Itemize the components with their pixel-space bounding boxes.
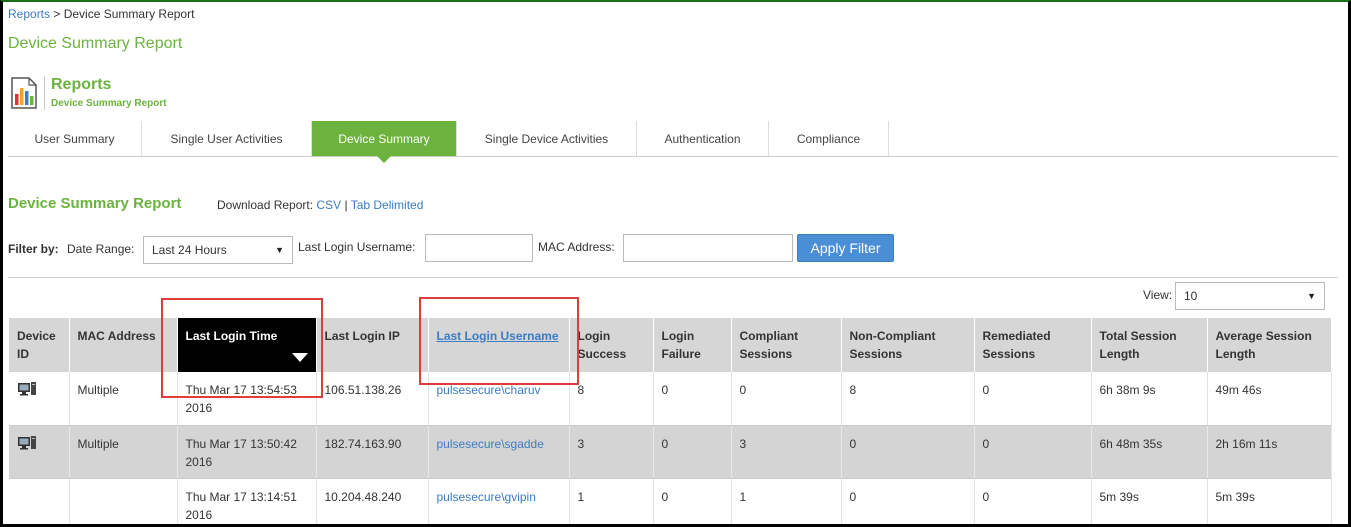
tab-user-summary[interactable]: User Summary bbox=[8, 121, 142, 156]
remediated-cell: 0 bbox=[974, 478, 1092, 527]
login-failure-cell: 0 bbox=[653, 425, 732, 479]
reports-header-title: Reports bbox=[51, 76, 112, 93]
login-time-cell: Thu Mar 17 13:54:53 2016 bbox=[177, 372, 317, 426]
login-success-cell: 1 bbox=[569, 478, 654, 527]
column-header-device-id[interactable]: Device ID bbox=[9, 318, 70, 372]
report-tabs: User Summary Single User Activities Devi… bbox=[8, 121, 1338, 163]
download-label: Download Report: bbox=[217, 198, 314, 212]
tab-device-summary[interactable]: Device Summary bbox=[312, 121, 457, 163]
breadcrumb-reports-link[interactable]: Reports bbox=[8, 7, 50, 21]
tab-compliance[interactable]: Compliance bbox=[769, 121, 889, 156]
average-length-cell: 5m 39s bbox=[1207, 478, 1332, 527]
mac-cell: Multiple bbox=[69, 372, 178, 426]
non-compliant-cell: 8 bbox=[841, 372, 975, 426]
tab-authentication[interactable]: Authentication bbox=[637, 121, 769, 156]
username-input[interactable] bbox=[425, 234, 533, 262]
username-cell: pulsesecure\charuv bbox=[428, 372, 570, 426]
view-page-size-select[interactable]: 10 ▼ bbox=[1175, 282, 1325, 310]
header-divider bbox=[44, 76, 45, 110]
column-header-non-compliant-sessions[interactable]: Non-Compliant Sessions bbox=[841, 318, 975, 372]
login-failure-cell: 0 bbox=[653, 478, 732, 527]
username-link[interactable]: pulsesecure\gvipin bbox=[437, 490, 536, 504]
table-row: Thu Mar 17 13:14:51 2016 10.204.48.240 p… bbox=[9, 478, 1332, 527]
compliant-cell: 3 bbox=[731, 425, 842, 479]
chevron-down-icon: ▼ bbox=[275, 245, 284, 255]
computer-icon[interactable] bbox=[17, 381, 37, 397]
chevron-down-icon: ▼ bbox=[1307, 291, 1316, 301]
remediated-cell: 0 bbox=[974, 425, 1092, 479]
username-cell: pulsesecure\gvipin bbox=[428, 478, 570, 527]
column-header-last-login-username[interactable]: Last Login Username bbox=[428, 318, 570, 372]
login-success-cell: 8 bbox=[569, 372, 654, 426]
divider bbox=[8, 277, 1338, 278]
total-length-cell: 6h 48m 35s bbox=[1091, 425, 1208, 479]
total-length-cell: 5m 39s bbox=[1091, 478, 1208, 527]
remediated-cell: 0 bbox=[974, 372, 1092, 426]
reports-header-subtitle: Device Summary Report bbox=[51, 98, 167, 109]
column-header-remediated-sessions[interactable]: Remediated Sessions bbox=[974, 318, 1092, 372]
username-link[interactable]: pulsesecure\charuv bbox=[437, 383, 541, 397]
filter-by-label: Filter by: bbox=[8, 242, 59, 256]
login-ip-cell: 182.74.163.90 bbox=[316, 425, 429, 479]
column-header-link[interactable]: Last Login Username bbox=[437, 329, 559, 343]
device-id-cell bbox=[9, 372, 70, 426]
non-compliant-cell: 0 bbox=[841, 425, 975, 479]
column-header-login-success[interactable]: Login Success bbox=[569, 318, 654, 372]
column-header-compliant-sessions[interactable]: Compliant Sessions bbox=[731, 318, 842, 372]
page-title: Device Summary Report bbox=[8, 35, 183, 52]
apply-filter-button[interactable]: Apply Filter bbox=[797, 234, 894, 262]
column-header-average-session-length[interactable]: Average Session Length bbox=[1207, 318, 1332, 372]
download-tab-delimited-link[interactable]: Tab Delimited bbox=[351, 198, 424, 212]
page: Reports > Device Summary Report Device S… bbox=[0, 0, 1351, 527]
device-summary-table: Device ID MAC Address Last Login Time La… bbox=[9, 318, 1332, 527]
date-range-value: Last 24 Hours bbox=[152, 243, 227, 257]
report-chart-icon bbox=[11, 77, 37, 109]
username-label: Last Login Username: bbox=[298, 240, 416, 254]
mac-address-label: MAC Address: bbox=[538, 240, 615, 254]
device-id-cell bbox=[9, 425, 70, 479]
download-separator: | bbox=[344, 198, 348, 212]
non-compliant-cell: 0 bbox=[841, 478, 975, 527]
date-range-label: Date Range: bbox=[67, 242, 135, 256]
login-time-cell: Thu Mar 17 13:14:51 2016 bbox=[177, 478, 317, 527]
breadcrumb-separator: > bbox=[50, 7, 64, 21]
tab-single-device-activities[interactable]: Single Device Activities bbox=[457, 121, 637, 156]
column-header-label: Last Login Time bbox=[185, 329, 278, 343]
column-header-total-session-length[interactable]: Total Session Length bbox=[1091, 318, 1208, 372]
average-length-cell: 49m 46s bbox=[1207, 372, 1332, 426]
username-cell: pulsesecure\sgadde bbox=[428, 425, 570, 479]
column-header-last-login-time[interactable]: Last Login Time bbox=[177, 318, 317, 372]
download-report: Download Report: CSV | Tab Delimited bbox=[217, 198, 423, 212]
column-header-last-login-ip[interactable]: Last Login IP bbox=[316, 318, 429, 372]
download-csv-link[interactable]: CSV bbox=[316, 198, 341, 212]
average-length-cell: 2h 16m 11s bbox=[1207, 425, 1332, 479]
section-title: Device Summary Report bbox=[8, 195, 182, 212]
login-time-cell: Thu Mar 17 13:50:42 2016 bbox=[177, 425, 317, 479]
table-row: Multiple Thu Mar 17 13:54:53 2016 106.51… bbox=[9, 372, 1332, 426]
mac-cell bbox=[69, 478, 178, 527]
total-length-cell: 6h 38m 9s bbox=[1091, 372, 1208, 426]
table-row: Multiple Thu Mar 17 13:50:42 2016 182.74… bbox=[9, 425, 1332, 479]
breadcrumb: Reports > Device Summary Report bbox=[8, 7, 194, 21]
date-range-select[interactable]: Last 24 Hours ▼ bbox=[143, 236, 293, 264]
device-id-cell bbox=[9, 478, 70, 527]
compliant-cell: 0 bbox=[731, 372, 842, 426]
username-link[interactable]: pulsesecure\sgadde bbox=[437, 437, 544, 451]
breadcrumb-current: Device Summary Report bbox=[63, 7, 195, 21]
login-ip-cell: 10.204.48.240 bbox=[316, 478, 429, 527]
view-label: View: bbox=[1143, 288, 1173, 302]
column-header-login-failure[interactable]: Login Failure bbox=[653, 318, 732, 372]
view-value: 10 bbox=[1184, 289, 1198, 303]
mac-cell: Multiple bbox=[69, 425, 178, 479]
login-ip-cell: 106.51.138.26 bbox=[316, 372, 429, 426]
login-success-cell: 3 bbox=[569, 425, 654, 479]
computer-icon[interactable] bbox=[17, 435, 37, 451]
column-header-mac-address[interactable]: MAC Address bbox=[69, 318, 178, 372]
compliant-cell: 1 bbox=[731, 478, 842, 527]
tab-single-user-activities[interactable]: Single User Activities bbox=[142, 121, 312, 156]
login-failure-cell: 0 bbox=[653, 372, 732, 426]
mac-address-input[interactable] bbox=[623, 234, 793, 262]
sort-descending-icon bbox=[291, 353, 308, 362]
table-header-row: Device ID MAC Address Last Login Time La… bbox=[9, 318, 1332, 372]
